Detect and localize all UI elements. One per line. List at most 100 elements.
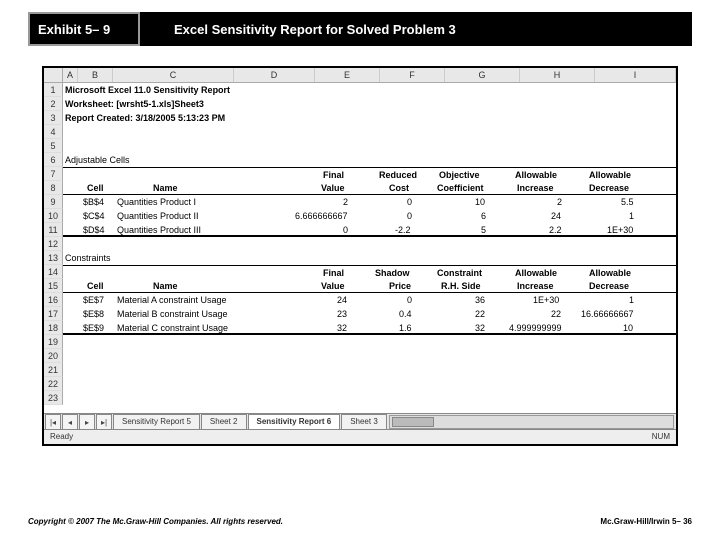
- cell-val: 6.666666667: [295, 209, 348, 223]
- slide-title: Excel Sensitivity Report for Solved Prob…: [140, 12, 692, 46]
- page-ref: Mc.Graw-Hill/Irwin 5– 36: [600, 517, 692, 526]
- row-header[interactable]: 4: [44, 125, 63, 139]
- col-cell: Cell: [87, 181, 104, 195]
- cell-dec: 1: [629, 209, 634, 223]
- cell-ref: $E$8: [83, 307, 104, 321]
- row-header[interactable]: 13: [44, 251, 63, 265]
- row-header[interactable]: 21: [44, 363, 63, 377]
- cell-name: Material A constraint Usage: [117, 293, 227, 307]
- cell-red: -2.2: [395, 223, 411, 237]
- row-header[interactable]: 11: [44, 223, 63, 237]
- cell-ref: $B$4: [83, 195, 104, 209]
- col-reduced: Reduced: [379, 168, 417, 182]
- slide-header: Exhibit 5– 9 Excel Sensitivity Report fo…: [28, 12, 692, 46]
- row-header[interactable]: 3: [44, 111, 63, 125]
- col-header-G[interactable]: G: [445, 68, 520, 82]
- col-name: Name: [153, 181, 178, 195]
- cell-name: Material B constraint Usage: [117, 307, 228, 321]
- cell-val: 23: [337, 307, 347, 321]
- col-value2: Value: [321, 279, 345, 293]
- row-header[interactable]: 9: [44, 195, 63, 209]
- sheet-tab[interactable]: Sheet 3: [341, 414, 387, 430]
- row-header[interactable]: 14: [44, 265, 63, 279]
- created-label: Report Created: 3/18/2005 5:13:23 PM: [65, 111, 225, 125]
- tab-prev-icon[interactable]: ◂: [62, 414, 78, 430]
- slide-footer: Copyright © 2007 The Mc.Graw-Hill Compan…: [28, 517, 692, 526]
- row-header[interactable]: 15: [44, 279, 63, 293]
- col-header-I[interactable]: I: [595, 68, 676, 82]
- row-header[interactable]: 8: [44, 181, 63, 195]
- col-header-H[interactable]: H: [520, 68, 595, 82]
- cell-inc: 2.2: [549, 223, 562, 237]
- row-header[interactable]: 10: [44, 209, 63, 223]
- row-header[interactable]: 12: [44, 237, 63, 251]
- cell-red: 0: [407, 195, 412, 209]
- cell-val: 32: [337, 321, 347, 335]
- col-final: Final: [323, 168, 344, 182]
- col-increase2: Increase: [517, 279, 554, 293]
- col-price: Price: [389, 279, 411, 293]
- col-value: Value: [321, 181, 345, 195]
- report-title: Microsoft Excel 11.0 Sensitivity Report: [65, 83, 230, 97]
- col-header-E[interactable]: E: [315, 68, 380, 82]
- row-header[interactable]: 2: [44, 97, 63, 111]
- cell-inc: 2: [557, 195, 562, 209]
- col-header-C[interactable]: C: [113, 68, 234, 82]
- cell-obj: 10: [475, 195, 485, 209]
- row-header[interactable]: 5: [44, 139, 63, 153]
- col-rhs: R.H. Side: [441, 279, 481, 293]
- cell-dec: 1: [629, 293, 634, 307]
- col-decrease2: Decrease: [589, 279, 629, 293]
- cell-inc: 22: [551, 307, 561, 321]
- tab-next-icon[interactable]: ▸: [79, 414, 95, 430]
- cell-dec: 16.66666667: [581, 307, 634, 321]
- cell-obj: 6: [481, 209, 486, 223]
- copyright-text: Copyright © 2007 The Mc.Graw-Hill Compan…: [28, 517, 283, 526]
- sheet-body[interactable]: 1 Microsoft Excel 11.0 Sensitivity Repor…: [44, 83, 676, 411]
- cell-val: 0: [343, 223, 348, 237]
- col-header-D[interactable]: D: [234, 68, 315, 82]
- row-header[interactable]: 22: [44, 377, 63, 391]
- row-header[interactable]: 6: [44, 153, 63, 167]
- col-increase: Increase: [517, 181, 554, 195]
- col-header-B[interactable]: B: [78, 68, 113, 82]
- cell-sp: 1.6: [399, 321, 412, 335]
- row-header[interactable]: 23: [44, 391, 63, 405]
- cell-rhs: 36: [475, 293, 485, 307]
- col-allow-dec: Allowable: [589, 168, 631, 182]
- sheet-tab-active[interactable]: Sensitivity Report 6: [248, 414, 341, 430]
- cell-name: Quantities Product I: [117, 195, 196, 209]
- section-title-constraints: Constraints: [65, 251, 111, 265]
- col-decrease: Decrease: [589, 181, 629, 195]
- cell-inc: 1E+30: [533, 293, 559, 307]
- col-allow-inc2: Allowable: [515, 266, 557, 280]
- cell-val: 2: [343, 195, 348, 209]
- row-header[interactable]: 7: [44, 167, 63, 181]
- tab-last-icon[interactable]: ▸|: [96, 414, 112, 430]
- select-all-corner[interactable]: [44, 68, 63, 82]
- scrollbar-thumb[interactable]: [392, 417, 434, 427]
- row-header[interactable]: 1: [44, 83, 63, 97]
- row-header[interactable]: 18: [44, 321, 63, 335]
- row-header[interactable]: 20: [44, 349, 63, 363]
- cell-ref: $E$9: [83, 321, 104, 335]
- col-final2: Final: [323, 266, 344, 280]
- horizontal-scrollbar[interactable]: [389, 415, 674, 429]
- col-header-A[interactable]: A: [63, 68, 78, 82]
- row-header[interactable]: 16: [44, 293, 63, 307]
- col-cost: Cost: [389, 181, 409, 195]
- row-header[interactable]: 19: [44, 335, 63, 349]
- tab-first-icon[interactable]: |◂: [45, 414, 61, 430]
- cell-sp: 0: [407, 293, 412, 307]
- col-header-F[interactable]: F: [380, 68, 445, 82]
- col-coeff: Coefficient: [437, 181, 484, 195]
- cell-dec: 1E+30: [607, 223, 633, 237]
- exhibit-label: Exhibit 5– 9: [28, 12, 140, 46]
- col-shadow: Shadow: [375, 266, 410, 280]
- row-header[interactable]: 17: [44, 307, 63, 321]
- status-bar: Ready NUM: [44, 429, 676, 444]
- sheet-tab[interactable]: Sensitivity Report 5: [113, 414, 200, 430]
- cell-red: 0: [407, 209, 412, 223]
- cell-inc: 4.999999999: [509, 321, 562, 335]
- sheet-tab[interactable]: Sheet 2: [201, 414, 247, 430]
